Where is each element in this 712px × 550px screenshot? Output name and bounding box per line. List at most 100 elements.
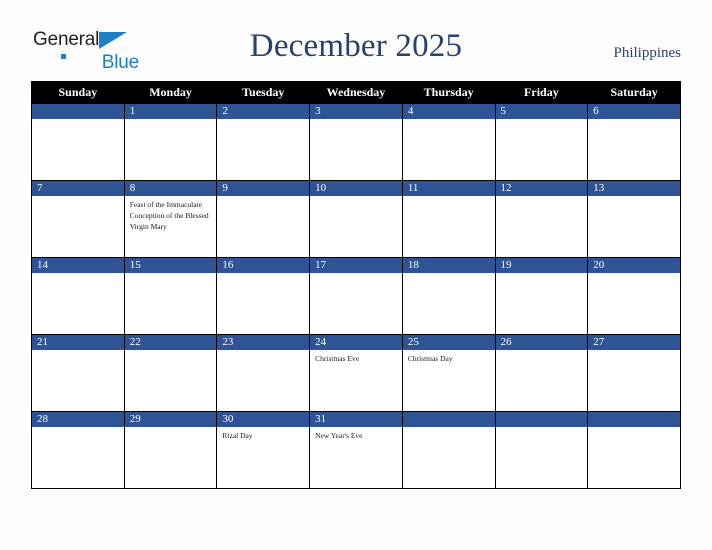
day-number: 5 [495,104,588,119]
day-number: 15 [124,258,217,273]
calendar-day-cell[interactable]: 10 [309,180,403,258]
weekday-header-monday: Monday [123,81,218,104]
calendar-day-cell[interactable]: 9 [216,180,311,258]
day-number [588,412,680,427]
calendar-day-cell[interactable] [587,411,681,489]
day-event-text [217,196,309,200]
day-event-text [496,350,588,354]
calendar-day-cell[interactable]: 11 [401,180,496,258]
day-number: 24 [310,335,402,350]
calendar-day-cell[interactable]: 2 [216,103,311,181]
day-number: 19 [495,258,588,273]
calendar-day-cell[interactable]: 12 [494,180,589,258]
day-event-text [32,427,124,431]
day-event-text [588,273,680,277]
day-number: 28 [32,412,124,427]
calendar-day-cell[interactable]: 6 [587,103,681,181]
calendar-day-cell[interactable]: 25 Christmas Day [401,334,496,412]
calendar-day-cell[interactable]: 21 [31,334,125,412]
day-number: 29 [124,412,217,427]
calendar-day-cell[interactable]: 16 [216,257,311,335]
day-number: 20 [588,258,680,273]
day-number: 8 [124,181,217,196]
calendar-week-row: 28 29 30 Rizal Day 31 New Year's Eve [31,411,681,489]
calendar-day-cell[interactable]: 29 [123,411,218,489]
day-number: 22 [124,335,217,350]
calendar-day-cell[interactable]: 24 Christmas Eve [309,334,403,412]
calendar-page: General Blue December 2025 Philippines S… [0,0,712,550]
calendar-day-cell[interactable]: 3 [309,103,403,181]
calendar-day-cell[interactable]: 26 [494,334,589,412]
day-event-text [125,273,217,277]
weekday-header-saturday: Saturday [587,81,681,104]
day-number: 30 [217,412,310,427]
day-number: 13 [588,181,680,196]
day-number: 2 [217,104,310,119]
calendar-day-cell[interactable]: 14 [31,257,125,335]
day-event-text [125,350,217,354]
calendar-day-cell[interactable]: 7 [31,180,125,258]
day-event-text [403,119,495,123]
day-number [32,104,124,119]
day-number: 10 [310,181,402,196]
day-number: 27 [588,335,680,350]
day-number: 26 [495,335,588,350]
weekday-header-thursday: Thursday [401,81,496,104]
weekday-header-tuesday: Tuesday [216,81,311,104]
day-number: 17 [310,258,402,273]
day-event-text: Feast of the Immaculate Conception of th… [129,200,209,231]
calendar-day-cell[interactable]: 17 [309,257,403,335]
day-number [495,412,588,427]
calendar-week-row: 14 15 16 17 18 19 20 [31,257,681,335]
day-number: 25 [402,335,495,350]
calendar-day-cell[interactable]: 30 Rizal Day [216,411,311,489]
day-number: 14 [32,258,124,273]
calendar-day-cell[interactable]: 8 Feast of the Immaculate Conception of t… [123,180,218,258]
calendar-day-cell[interactable]: 28 [31,411,125,489]
day-number: 18 [402,258,495,273]
calendar-day-cell[interactable]: 27 [587,334,681,412]
day-event-text [403,427,495,431]
calendar-week-row: 21 22 23 24 Christmas Eve 25 Christmas Day 26 27 [31,334,681,412]
calendar-day-cell[interactable]: 23 [216,334,311,412]
day-number [402,412,495,427]
calendar-day-cell[interactable]: 1 [123,103,218,181]
day-event-text [32,273,124,277]
day-event-text [588,196,680,200]
calendar-week-row: 123456 [31,103,681,181]
day-number: 1 [124,104,217,119]
calendar-day-cell[interactable]: 31 New Year's Eve [309,411,403,489]
calendar-day-cell[interactable]: 5 [494,103,589,181]
day-event-text [32,196,124,200]
day-event-text [588,350,680,354]
calendar-body: 1 2 3 4 5 6 7 8 Feast of the Immaculate Concepti… [31,103,681,489]
day-event-text: Christmas Eve [315,354,360,363]
day-event-text [310,119,402,123]
calendar-day-cell[interactable]: 13 [587,180,681,258]
calendar-day-cell[interactable] [494,411,589,489]
calendar-day-cell[interactable]: 19 [494,257,589,335]
page-title: December 2025 [249,28,463,64]
calendar-day-cell[interactable]: 18 [401,257,496,335]
country-label: Philippines [613,45,681,61]
day-event-text [310,196,402,200]
day-event-text [403,196,495,200]
calendar-day-cell[interactable]: 4 [401,103,496,181]
day-event-text [496,427,588,431]
day-event-text: Christmas Day [407,354,453,363]
day-event-text [496,119,588,123]
month-calendar-grid: Sunday Monday Tuesday Wednesday Thursday… [31,81,681,489]
calendar-day-cell[interactable]: 15 [123,257,218,335]
day-number: 16 [217,258,310,273]
day-event-text [32,119,124,123]
day-event-text [496,196,588,200]
calendar-day-cell[interactable]: 20 [587,257,681,335]
page-header: General Blue December 2025 Philippines [0,0,712,80]
day-event-text [125,119,217,123]
day-event-text [588,427,680,431]
calendar-day-cell[interactable] [401,411,496,489]
day-number: 31 [310,412,402,427]
calendar-day-cell[interactable]: 22 [123,334,218,412]
calendar-day-cell[interactable] [31,103,125,181]
weekday-header-row: Sunday Monday Tuesday Wednesday Thursday… [31,81,681,104]
